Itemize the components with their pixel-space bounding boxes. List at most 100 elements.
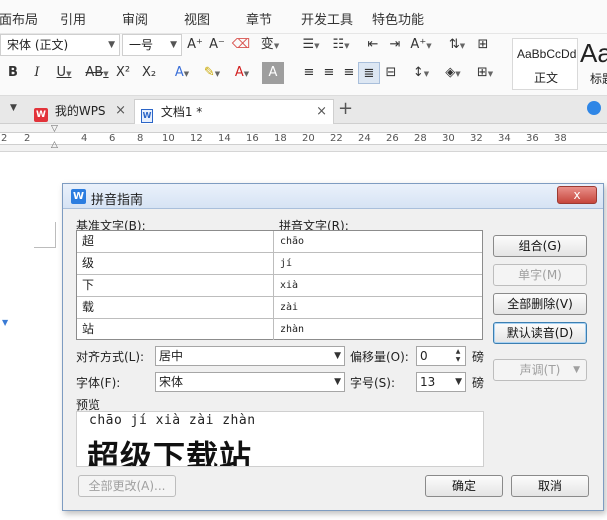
tab-document[interactable]: W 文档1 * × xyxy=(134,99,334,124)
page-corner-mark xyxy=(34,222,56,248)
menu-review[interactable]: 审阅 xyxy=(122,9,148,28)
style-heading[interactable]: Aa 标题 xyxy=(580,38,607,90)
tab-my-wps[interactable]: W 我的WPS × xyxy=(28,99,132,124)
ruler-number: 30 xyxy=(442,133,455,144)
dialog-title-bar[interactable]: W 拼音指南 x xyxy=(63,184,603,209)
font-value: 宋体 xyxy=(159,375,184,389)
pinyin-cell[interactable]: chāo xyxy=(280,231,304,252)
align-right-icon[interactable]: ≡ xyxy=(338,62,360,84)
italic-icon[interactable]: I xyxy=(26,62,48,84)
pinyin-cell[interactable]: jí xyxy=(280,253,292,274)
ruler-number: 6 xyxy=(109,133,116,144)
ok-button[interactable]: 确定 xyxy=(425,475,503,497)
ruler-number: 32 xyxy=(470,133,483,144)
close-button[interactable]: x xyxy=(557,186,597,204)
style-normal[interactable]: AaBbCcDd 正文 xyxy=(512,38,578,90)
subscript-icon[interactable]: X₂ xyxy=(138,62,160,84)
menu-references[interactable]: 引用 xyxy=(60,9,86,28)
size-label: 字号(S): xyxy=(350,376,396,390)
font-select[interactable]: 宋体 ▼ xyxy=(155,372,345,392)
superscript-icon[interactable]: X² xyxy=(112,62,134,84)
ruler-number: 4 xyxy=(81,133,88,144)
borders-icon[interactable]: ⊞▼ xyxy=(472,62,498,84)
character-shading-icon[interactable]: A xyxy=(262,62,284,84)
font-label: 字体(F): xyxy=(76,376,121,390)
sort-icon[interactable]: ⇅▼ xyxy=(444,34,470,56)
close-icon[interactable]: × xyxy=(115,99,126,123)
offset-spinner[interactable]: 0 ▲ ▼ xyxy=(416,346,466,366)
text-direction-icon[interactable]: A⁺▼ xyxy=(408,34,434,56)
clear-format-icon[interactable]: ⌫ xyxy=(230,34,252,56)
document-tab-bar: ▼ W 我的WPS × W 文档1 * × + xyxy=(0,96,607,124)
ruler-number: 8 xyxy=(137,133,144,144)
menu-view[interactable]: 视图 xyxy=(184,9,210,28)
tone-button[interactable]: 声调(T) ▼ xyxy=(493,359,587,381)
align-justify-icon[interactable]: ≣ xyxy=(358,62,380,84)
pinyin-cell[interactable]: zài xyxy=(280,297,298,318)
add-tab-icon[interactable]: + xyxy=(338,98,353,119)
text-effect-icon[interactable]: A▼ xyxy=(168,62,196,84)
base-text-cell[interactable]: 站 xyxy=(77,319,274,340)
close-icon[interactable]: × xyxy=(316,100,327,124)
group-button[interactable]: 组合(G) xyxy=(493,235,587,257)
pinyin-cell[interactable]: xià xyxy=(280,275,298,296)
offset-label: 偏移量(O): xyxy=(350,350,409,364)
ruler-number: 12 xyxy=(190,133,203,144)
alignment-select[interactable]: 居中 ▼ xyxy=(155,346,345,366)
menu-developer-tools[interactable]: 开发工具 xyxy=(301,9,353,28)
font-size-combo[interactable]: 一号 ▼ xyxy=(122,34,182,56)
base-text-cell[interactable]: 下 xyxy=(77,275,274,296)
paint-bucket-icon[interactable]: ◈▼ xyxy=(440,62,466,84)
base-text-cell[interactable]: 级 xyxy=(77,253,274,274)
decrease-indent-icon[interactable]: ⇤ xyxy=(362,34,384,56)
underline-icon[interactable]: U▼ xyxy=(50,62,78,84)
clear-all-button[interactable]: 全部删除(V) xyxy=(493,293,587,315)
ruler-number: 20 xyxy=(302,133,315,144)
table-grid-icon[interactable]: ⊞ xyxy=(472,34,494,56)
offset-value: 0 xyxy=(420,349,428,363)
line-spacing-icon[interactable]: ↕▼ xyxy=(408,62,434,84)
align-center-icon[interactable]: ≡ xyxy=(318,62,340,84)
strikethrough-icon[interactable]: AB▼ xyxy=(82,62,112,84)
base-text-cell[interactable]: 超 xyxy=(77,231,274,252)
document-icon: W xyxy=(141,109,153,123)
font-name-value: 宋体 (正文) xyxy=(7,38,69,52)
cancel-button[interactable]: 取消 xyxy=(511,475,589,497)
font-color-icon[interactable]: A▼ xyxy=(228,62,256,84)
chevron-down-icon[interactable]: ▼ xyxy=(10,103,17,113)
hanging-indent-marker-icon[interactable]: △ xyxy=(51,140,58,150)
highlight-icon[interactable]: ✎▼ xyxy=(198,62,226,84)
size-select[interactable]: 13 ▼ xyxy=(416,372,466,392)
size-value: 13 xyxy=(420,375,436,389)
menu-section[interactable]: 章节 xyxy=(246,9,272,28)
spinner-arrows-icon[interactable]: ▲ ▼ xyxy=(452,348,464,364)
distributed-icon[interactable]: ⊟ xyxy=(380,62,402,84)
style-normal-label: 正文 xyxy=(533,71,558,85)
grow-font-icon[interactable]: A⁺ xyxy=(184,34,206,56)
chevron-down-icon: ▼ xyxy=(108,40,115,50)
tab-document-label: 文档1 * xyxy=(160,105,203,119)
change-all-button[interactable]: 全部更改(A)... xyxy=(78,475,176,497)
bullets-icon[interactable]: ☰▼ xyxy=(298,34,324,56)
menu-page-layout[interactable]: 页面布局 xyxy=(0,9,38,28)
horizontal-ruler[interactable]: 2 2 4 6 8 10 12 14 16 18 20 22 24 26 28 … xyxy=(0,124,607,152)
alignment-label: 对齐方式(L): xyxy=(76,350,145,364)
base-text-cell[interactable]: 载 xyxy=(77,297,274,318)
pinyin-cell[interactable]: zhàn xyxy=(280,319,304,340)
ruler-number: 22 xyxy=(330,133,343,144)
menu-special-features[interactable]: 特色功能 xyxy=(372,9,424,28)
first-line-indent-marker-icon[interactable]: ▽ xyxy=(51,124,58,134)
phonetic-guide-icon[interactable]: 变▼ xyxy=(256,34,284,56)
numbering-icon[interactable]: ☷▼ xyxy=(328,34,354,56)
ruler-number: 38 xyxy=(554,133,567,144)
shrink-font-icon[interactable]: A⁻ xyxy=(206,34,228,56)
style-heading-sample: Aa xyxy=(580,38,607,68)
default-reading-button[interactable]: 默认读音(D) xyxy=(493,322,587,344)
align-left-icon[interactable]: ≡ xyxy=(298,62,320,84)
chevron-down-icon: ▼ xyxy=(334,351,341,361)
increase-indent-icon[interactable]: ⇥ xyxy=(384,34,406,56)
cloud-sync-icon[interactable] xyxy=(587,101,601,115)
bold-icon[interactable]: B xyxy=(2,62,24,84)
mono-button[interactable]: 单字(M) xyxy=(493,264,587,286)
font-name-combo[interactable]: 宋体 (正文) ▼ xyxy=(0,34,120,56)
